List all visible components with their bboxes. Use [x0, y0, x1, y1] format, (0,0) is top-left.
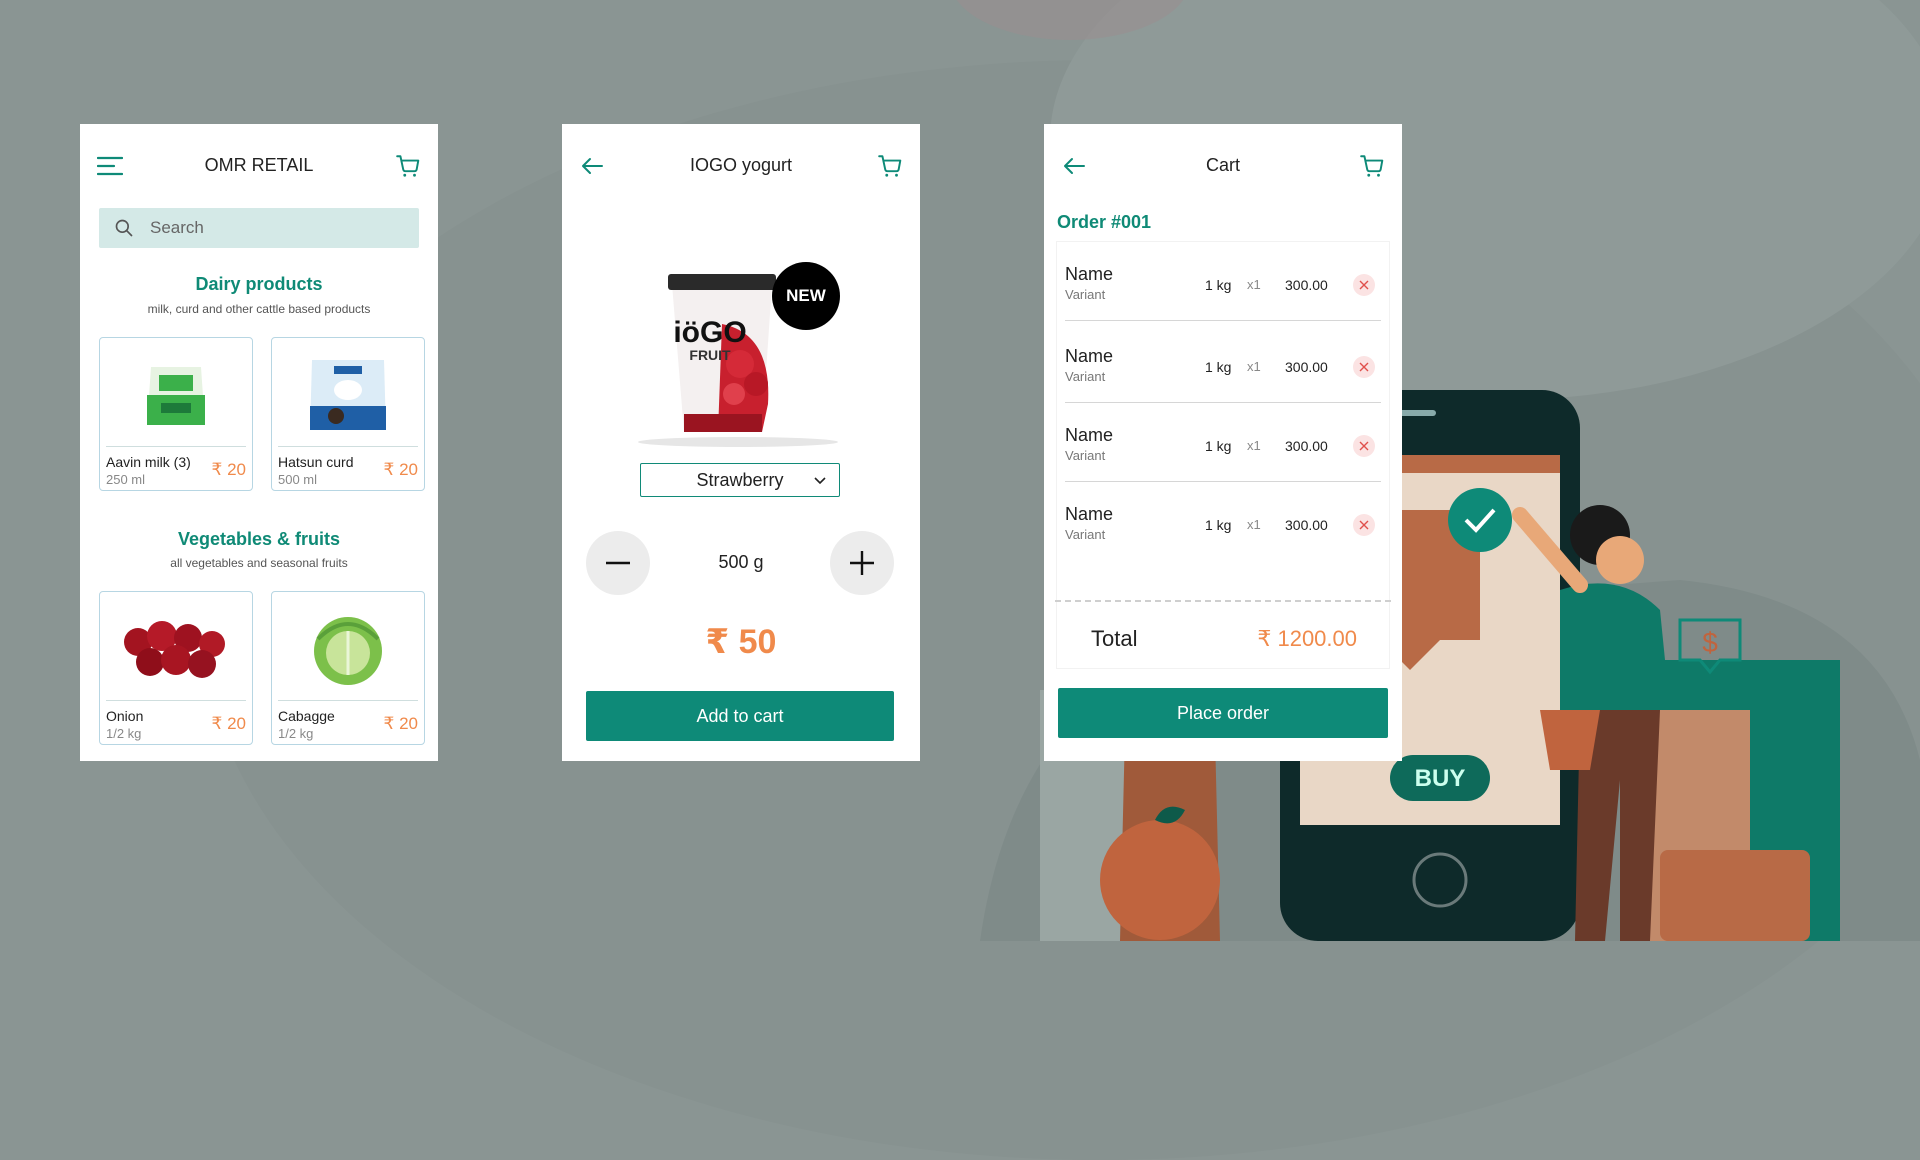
item-variant: Variant: [1065, 448, 1106, 463]
section-title: Vegetables & fruits: [177, 529, 341, 549]
cart-item: Name Variant 1 kg x1 300.00: [1065, 242, 1381, 321]
item-weight: 1 kg: [1205, 517, 1232, 533]
app-title: OMR RETAIL: [204, 155, 314, 175]
card-divider: [278, 446, 418, 447]
product-price: ₹ 20: [211, 460, 246, 479]
remove-item-button[interactable]: [1353, 274, 1375, 296]
item-count: x1: [1247, 359, 1261, 374]
search-bar[interactable]: [99, 208, 419, 248]
place-order-button[interactable]: Place order: [1058, 688, 1388, 738]
item-name: Name: [1065, 425, 1114, 445]
product-title: IOGO yogurt: [689, 155, 793, 175]
item-variant: Variant: [1065, 287, 1106, 302]
search-icon: [115, 219, 133, 237]
item-count: x1: [1247, 517, 1261, 532]
close-icon: [1359, 280, 1369, 290]
variant-select[interactable]: Strawberry: [640, 463, 840, 497]
product-qty: 1/2 kg: [278, 726, 314, 741]
product-card[interactable]: Onion 1/2 kg ₹ 20: [99, 591, 253, 745]
row-divider: [1065, 320, 1381, 321]
remove-item-button[interactable]: [1353, 514, 1375, 536]
item-name: Name: [1065, 504, 1114, 524]
item-price: 300.00: [1285, 438, 1328, 454]
item-count: x1: [1247, 277, 1261, 292]
remove-item-button[interactable]: [1353, 356, 1375, 378]
total-value: ₹ 1200.00: [1257, 626, 1357, 651]
increase-quantity-button[interactable]: [830, 531, 894, 595]
product-price: ₹ 20: [383, 714, 418, 733]
home-screen: OMR RETAIL Dairy products milk, curd and…: [80, 124, 438, 761]
product-card[interactable]: Cabagge 1/2 kg ₹ 20: [271, 591, 425, 745]
cart-items-list: Name Variant 1 kg x1 300.00 Name Variant…: [1055, 242, 1391, 668]
total-label: Total: [1091, 626, 1138, 651]
item-weight: 1 kg: [1205, 438, 1232, 454]
plus-icon: [850, 551, 874, 575]
chevron-down-icon: [814, 477, 826, 485]
product-qty: 1/2 kg: [106, 726, 142, 741]
product-image: [280, 346, 416, 444]
order-number: Order #001: [1057, 212, 1152, 232]
dollar-label: $: [1702, 627, 1718, 658]
search-input[interactable]: [148, 217, 412, 239]
item-name: Name: [1065, 346, 1114, 366]
item-weight: 1 kg: [1205, 277, 1232, 293]
cart-item: Name Variant 1 kg x1 300.00: [1065, 324, 1381, 403]
item-count: x1: [1247, 438, 1261, 453]
card-divider: [278, 700, 418, 701]
close-icon: [1359, 362, 1369, 372]
item-price: 300.00: [1285, 359, 1328, 375]
product-image: [108, 600, 244, 698]
product-name: Hatsun curd: [278, 454, 354, 470]
new-badge: NEW: [772, 262, 840, 330]
product-header: IOGO yogurt: [562, 150, 920, 180]
close-icon: [1359, 441, 1369, 451]
product-card[interactable]: Hatsun curd 500 ml ₹ 20: [271, 337, 425, 491]
close-icon: [1359, 520, 1369, 530]
product-qty: 250 ml: [106, 472, 146, 487]
product-name: Cabagge: [278, 708, 335, 724]
card-divider: [106, 700, 246, 701]
cart-screen: Cart Order #001 Name Variant 1 kg x1 300…: [1044, 124, 1402, 761]
product-card[interactable]: Aavin milk (3) 250 ml ₹ 20: [99, 337, 253, 491]
buy-label: BUY: [1415, 765, 1466, 792]
product-screen: IOGO yogurt iöGO FRUIT NEW Strawberry 50…: [562, 124, 920, 761]
home-header: OMR RETAIL: [80, 150, 438, 180]
product-price: ₹ 50: [705, 623, 777, 661]
cart-icon[interactable]: [876, 152, 904, 180]
product-image: [108, 346, 244, 444]
cart-icon[interactable]: [1358, 152, 1386, 180]
product-qty: 500 ml: [278, 472, 318, 487]
brand-subtitle-text: FRUIT: [689, 347, 731, 363]
section-subtitle: all vegetables and seasonal fruits: [170, 556, 348, 570]
cart-title: Cart: [1205, 155, 1240, 175]
product-image: [280, 600, 416, 698]
item-variant: Variant: [1065, 527, 1106, 542]
section-title: Dairy products: [195, 274, 323, 294]
brand-logo-text: iöGO: [673, 316, 746, 349]
remove-item-button[interactable]: [1353, 435, 1375, 457]
product-name: Onion: [106, 708, 144, 724]
item-name: Name: [1065, 264, 1114, 284]
item-variant: Variant: [1065, 369, 1106, 384]
cart-item: Name Variant 1 kg x1 300.00: [1065, 403, 1381, 482]
add-to-cart-button[interactable]: Add to cart: [586, 691, 894, 741]
item-price: 300.00: [1285, 277, 1328, 293]
product-price: ₹ 20: [383, 460, 418, 479]
card-divider: [106, 446, 246, 447]
product-name: Aavin milk (3): [106, 454, 191, 470]
section-subtitle: milk, curd and other cattle based produc…: [147, 302, 371, 316]
cart-item: Name Variant 1 kg x1 300.00: [1065, 482, 1381, 561]
cart-icon[interactable]: [394, 152, 422, 180]
dashed-divider: [1055, 600, 1391, 602]
item-weight: 1 kg: [1205, 359, 1232, 375]
cart-header: Cart: [1044, 150, 1402, 180]
variant-value: Strawberry: [696, 469, 784, 490]
product-price: ₹ 20: [211, 714, 246, 733]
item-price: 300.00: [1285, 517, 1328, 533]
